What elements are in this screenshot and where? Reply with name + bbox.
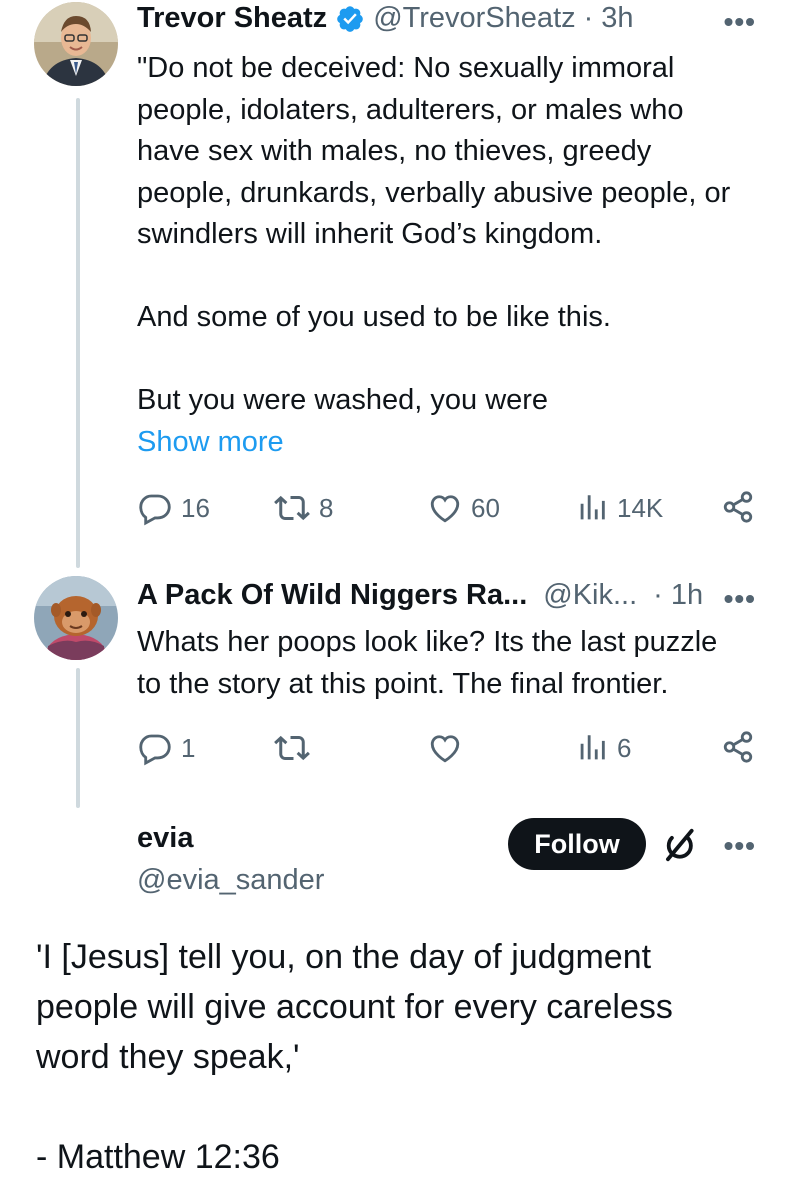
share-icon: [723, 731, 753, 763]
timestamp[interactable]: 3h: [601, 2, 633, 35]
avatar[interactable]: [34, 576, 118, 660]
tweet-body: "Do not be deceived: No sexually immoral…: [137, 52, 731, 416]
views-count: 14K: [617, 492, 664, 523]
tweet-text: Whats her poops look like? Its the last …: [137, 622, 767, 705]
views-icon: [580, 735, 605, 760]
share-button[interactable]: [721, 490, 755, 524]
like-button[interactable]: [427, 730, 463, 766]
tweet-header: Trevor Sheatz @TrevorSheatz · 3h: [137, 2, 634, 35]
author-handle[interactable]: @Kik...: [543, 579, 637, 612]
retweet-button[interactable]: 8: [273, 490, 333, 526]
views-count: 6: [617, 732, 632, 763]
tweet-actions: 16 8 60 14K: [137, 490, 757, 530]
timestamp[interactable]: 1h: [671, 579, 703, 612]
tweet-body: Whats her poops look like? Its the last …: [137, 626, 718, 700]
retweet-button[interactable]: [273, 730, 311, 766]
share-button[interactable]: [721, 730, 755, 764]
avatar[interactable]: [34, 2, 118, 86]
author-name[interactable]: evia: [137, 822, 193, 855]
reply-icon: [139, 734, 171, 766]
like-icon: [430, 735, 460, 763]
show-more-link[interactable]: Show more: [137, 422, 767, 464]
retweet-icon: [274, 735, 310, 761]
tweet-text: "Do not be deceived: No sexually immoral…: [137, 48, 767, 463]
tweet-header: A Pack Of Wild Niggers Ra... @Kik... · 1…: [137, 579, 703, 612]
like-button[interactable]: 60: [427, 490, 500, 526]
separator-dot: ·: [653, 579, 663, 611]
tweet-text: 'I [Jesus] tell you, on the day of judgm…: [36, 932, 756, 1182]
reply-button[interactable]: 1: [137, 730, 195, 766]
author-handle[interactable]: @TrevorSheatz: [373, 2, 575, 35]
reply-count: 16: [181, 492, 210, 523]
author-name[interactable]: A Pack Of Wild Niggers Ra...: [137, 579, 527, 612]
thread-line: [76, 668, 80, 808]
views-button[interactable]: 6: [575, 730, 631, 766]
retweet-count: 8: [319, 492, 334, 523]
tweet-actions: 1 6: [137, 730, 757, 770]
retweet-icon: [274, 495, 310, 521]
views-icon: [580, 495, 605, 520]
reply-count: 1: [181, 732, 196, 763]
like-icon: [430, 495, 460, 523]
reply-icon: [139, 494, 171, 526]
author-handle[interactable]: @evia_sander: [137, 864, 324, 897]
tweet-body: 'I [Jesus] tell you, on the day of judgm…: [36, 938, 673, 1176]
verified-icon: [335, 4, 365, 34]
more-icon[interactable]: •••: [724, 830, 756, 862]
like-count: 60: [471, 492, 500, 523]
thread-line: [76, 98, 80, 568]
more-icon[interactable]: •••: [724, 6, 756, 38]
reply-button[interactable]: 16: [137, 490, 210, 526]
share-icon: [723, 491, 753, 523]
follow-button[interactable]: Follow: [508, 818, 646, 870]
separator-dot: ·: [583, 2, 594, 34]
more-icon[interactable]: •••: [724, 583, 756, 615]
views-button[interactable]: 14K: [575, 490, 663, 526]
grok-icon[interactable]: [660, 826, 698, 864]
author-name[interactable]: Trevor Sheatz: [137, 2, 327, 35]
